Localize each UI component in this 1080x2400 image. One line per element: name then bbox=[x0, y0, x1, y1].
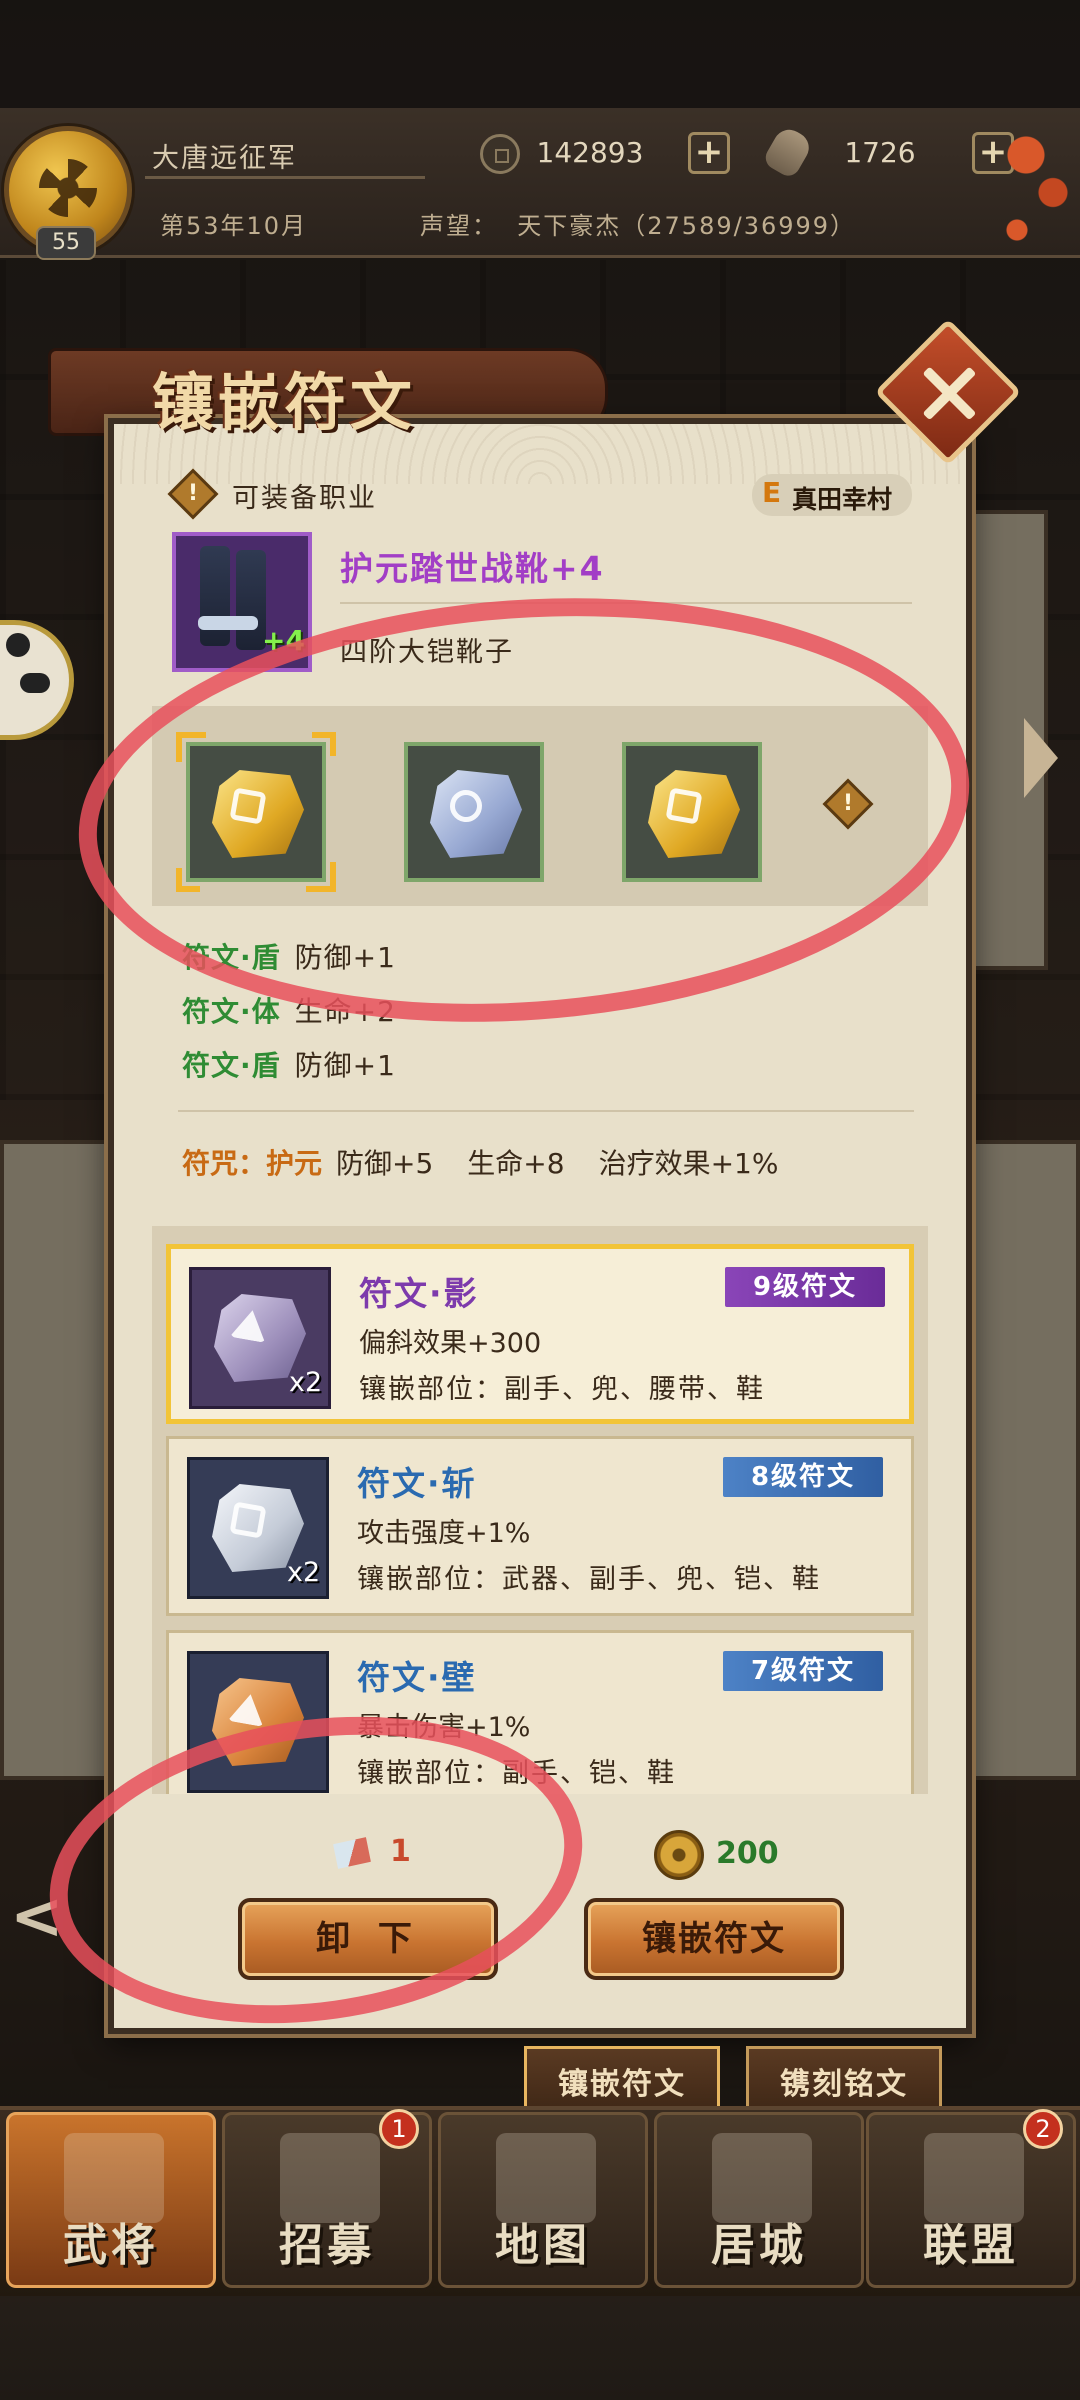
rune-glyph-icon bbox=[229, 1501, 267, 1539]
rune-tier: 8级符文 bbox=[723, 1457, 883, 1497]
nav-label: 居城 bbox=[711, 2220, 807, 2271]
rune-tier: 9级符文 bbox=[725, 1267, 885, 1307]
rune-name: 符文·影 bbox=[359, 1274, 479, 1313]
rune-card-slash[interactable]: x2 符文·斩 8级符文 攻击强度+1% 镶嵌部位：武器、副手、兜、铠、鞋 bbox=[166, 1436, 914, 1616]
rune-stat-1: 符文·体 生命+2 bbox=[182, 995, 396, 1028]
stats-divider bbox=[178, 1110, 914, 1112]
rune-glyph-icon bbox=[229, 787, 267, 825]
nav-label: 招募 bbox=[279, 2220, 375, 2271]
clan-mon-icon bbox=[39, 159, 97, 217]
rune-card-shadow[interactable]: x2 符文·影 9级符文 偏斜效果+300 镶嵌部位：副手、兜、腰带、鞋 bbox=[166, 1244, 914, 1424]
rune-socket-1[interactable] bbox=[176, 732, 336, 892]
coin-icon bbox=[480, 134, 520, 174]
rune-slots: 镶嵌部位：副手、铠、鞋 bbox=[357, 1758, 676, 1789]
rune-count: x2 bbox=[289, 1367, 323, 1398]
army-divider bbox=[145, 176, 425, 179]
curse-set-bonus: 符咒：护元 防御+5 生命+8 治疗效果+1% bbox=[182, 1147, 779, 1180]
item-enhance-level: +4 bbox=[262, 624, 305, 657]
fame-text: 声望： 天下豪杰（27589/36999） bbox=[420, 206, 856, 241]
controller-icon bbox=[20, 673, 50, 693]
rune-socket-3[interactable] bbox=[622, 742, 762, 882]
dialog-title: 镶嵌符文 bbox=[152, 366, 417, 439]
rune-glyph-icon bbox=[665, 787, 703, 825]
rune-name: 符文·斩 bbox=[357, 1464, 477, 1503]
rune-stat-0: 符文·盾 防御+1 bbox=[182, 941, 396, 970]
inlay-rune-button[interactable]: 镶嵌符文 bbox=[584, 1898, 844, 1980]
nav-alliance[interactable]: 联盟 2 bbox=[866, 2109, 1076, 2288]
rune-glyph-icon bbox=[229, 1307, 271, 1343]
maple-leaf-decoration bbox=[990, 110, 1080, 260]
rune-frame bbox=[187, 1651, 329, 1793]
item-divider bbox=[340, 602, 912, 604]
game-date: 第53年10月 bbox=[160, 212, 308, 240]
rune-card-wall[interactable]: 符文·壁 7级符文 暴击伤害+1% 镶嵌部位：副手、铠、鞋 bbox=[166, 1630, 914, 1794]
add-coins-button[interactable]: + bbox=[688, 132, 730, 174]
hero-name: 真田幸村 bbox=[792, 485, 893, 514]
rune-slots: 镶嵌部位：武器、副手、兜、铠、鞋 bbox=[357, 1564, 821, 1595]
rune-socket-2[interactable] bbox=[404, 742, 544, 882]
rune-name: 符文·壁 bbox=[357, 1658, 477, 1697]
rune-glyph-icon bbox=[227, 1691, 269, 1727]
hero-grade: E bbox=[762, 476, 782, 509]
level-badge: 55 bbox=[36, 226, 96, 260]
rune-count: x2 bbox=[287, 1557, 321, 1588]
panda-ear-icon bbox=[6, 633, 30, 657]
fame-label: 声望： bbox=[420, 212, 498, 240]
coin-cost-icon bbox=[654, 1830, 704, 1880]
next-arrow-icon[interactable] bbox=[1024, 718, 1058, 798]
fame-value: 天下豪杰（27589/36999） bbox=[517, 212, 857, 240]
nav-label: 地图 bbox=[495, 2220, 591, 2271]
shard-cost: 1 bbox=[390, 1834, 411, 1869]
nav-map[interactable]: 地图 bbox=[438, 2112, 648, 2288]
item-name: 护元踏世战靴+4 bbox=[340, 549, 605, 588]
rune-effect: 攻击强度+1% bbox=[357, 1518, 531, 1549]
ration-amount: 1726 bbox=[844, 136, 916, 169]
nav-label: 武将 bbox=[63, 2220, 159, 2271]
nav-generals[interactable]: 武将 bbox=[6, 2112, 216, 2288]
rune-tier: 7级符文 bbox=[723, 1651, 883, 1691]
notification-badge: 2 bbox=[1023, 2109, 1063, 2149]
nav-label: 联盟 bbox=[923, 2220, 1019, 2271]
equip-job-label: 可装备职业 bbox=[232, 483, 377, 514]
nav-castle[interactable]: 居城 bbox=[654, 2112, 864, 2288]
rune-slots: 镶嵌部位：副手、兜、腰带、鞋 bbox=[359, 1374, 765, 1405]
back-arrow-icon[interactable]: < bbox=[10, 1880, 64, 1954]
item-type: 四阶大铠靴子 bbox=[340, 637, 514, 668]
unload-button[interactable]: 卸 下 bbox=[238, 1898, 498, 1980]
rune-effect: 偏斜效果+300 bbox=[359, 1328, 542, 1359]
rune-stat-2: 符文·盾 防御+1 bbox=[182, 1049, 396, 1082]
army-name: 大唐远征军 bbox=[152, 143, 297, 174]
nav-recruit[interactable]: 招募 1 bbox=[222, 2109, 432, 2288]
notification-badge: 1 bbox=[379, 2109, 419, 2149]
coin-cost: 200 bbox=[716, 1836, 779, 1871]
rune-effect: 暴击伤害+1% bbox=[357, 1712, 531, 1743]
coin-amount: 142893 bbox=[536, 136, 644, 169]
rune-list[interactable]: x2 符文·影 9级符文 偏斜效果+300 镶嵌部位：副手、兜、腰带、鞋 x2 … bbox=[152, 1226, 928, 1794]
